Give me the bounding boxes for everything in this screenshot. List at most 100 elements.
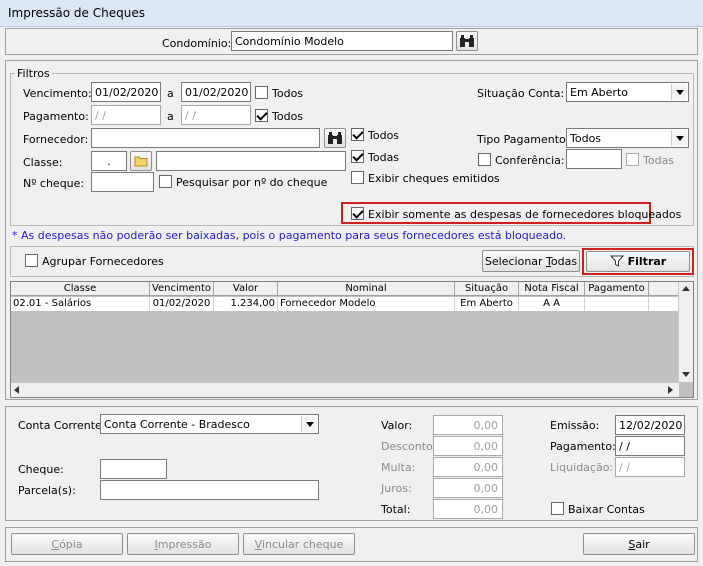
desconto-input[interactable]: 0,00 bbox=[433, 436, 503, 456]
classe-name-input[interactable] bbox=[156, 151, 346, 171]
chevron-down-icon bbox=[671, 130, 687, 146]
liquidacao-label: Liquidação: bbox=[550, 461, 614, 474]
conferencia-input[interactable] bbox=[566, 149, 622, 169]
condominio-label: Condomínio: bbox=[162, 37, 232, 50]
parcela-label: Parcela(s): bbox=[18, 484, 76, 497]
cell-vencimento: 01/02/2020 bbox=[150, 297, 214, 311]
total-label: Total: bbox=[381, 503, 411, 516]
conferencia-checkbox[interactable] bbox=[478, 153, 491, 166]
conta-corrente-select[interactable]: Conta Corrente - Bradesco bbox=[100, 414, 319, 434]
cheques-table[interactable]: Classe Vencimento Valor Nominal Situação… bbox=[10, 281, 694, 398]
binoculars-icon bbox=[460, 35, 474, 47]
vincular-underline: V bbox=[254, 538, 262, 551]
classe-todas-label: Todas bbox=[368, 151, 400, 164]
vencimento-todos-checkbox[interactable] bbox=[255, 86, 268, 99]
scroll-up-icon[interactable] bbox=[682, 286, 690, 291]
col-nominal[interactable]: Nominal bbox=[278, 282, 455, 296]
multa-input[interactable]: 0,00 bbox=[433, 457, 503, 477]
horizontal-scrollbar[interactable] bbox=[11, 382, 679, 397]
window-title: Impressão de Cheques bbox=[8, 6, 145, 20]
folder-icon bbox=[134, 156, 148, 167]
fornecedor-todos-checkbox[interactable] bbox=[351, 128, 364, 141]
col-classe[interactable]: Classe bbox=[11, 282, 150, 296]
cheque-input[interactable] bbox=[100, 459, 167, 479]
vencimento-to-input[interactable]: 01/02/2020 bbox=[181, 82, 251, 102]
juros-label: Juros: bbox=[381, 482, 412, 495]
vencimento-from-input[interactable]: 01/02/2020 bbox=[91, 82, 161, 102]
situacao-label: Situação Conta: bbox=[477, 87, 565, 100]
pagamento-from-input[interactable]: / / bbox=[91, 105, 161, 125]
conta-corrente-label: Conta Corrente: bbox=[18, 419, 106, 432]
pesquisar-cheque-checkbox[interactable] bbox=[159, 175, 172, 188]
situacao-select[interactable]: Em Aberto bbox=[566, 82, 689, 102]
classe-label: Classe: bbox=[23, 156, 63, 169]
sair-button[interactable]: Sair bbox=[583, 533, 695, 555]
cell-nota-fiscal: A A bbox=[519, 297, 585, 311]
table-row[interactable]: 02.01 - Salários 01/02/2020 1.234,00 For… bbox=[11, 297, 679, 311]
vincular-label: incular cheque bbox=[261, 538, 344, 551]
pagamento-label: Pagamento: bbox=[23, 110, 89, 123]
col-valor[interactable]: Valor bbox=[214, 282, 278, 296]
col-nota-fiscal[interactable]: Nota Fiscal bbox=[519, 282, 585, 296]
classe-todas-checkbox[interactable] bbox=[351, 150, 364, 163]
fornecedor-todos-label: Todos bbox=[368, 129, 400, 142]
bloqueados-checkbox[interactable] bbox=[351, 207, 364, 220]
scroll-right-icon[interactable] bbox=[668, 386, 673, 394]
impressao-button[interactable]: Impressão bbox=[127, 533, 239, 555]
cell-nominal: Fornecedor Modelo bbox=[278, 297, 455, 311]
conferencia-label: Conferência: bbox=[495, 154, 565, 167]
chevron-down-icon bbox=[301, 416, 317, 432]
cheque-number-input[interactable] bbox=[91, 172, 154, 192]
classe-code-input[interactable]: . bbox=[91, 151, 127, 171]
fornecedor-input[interactable] bbox=[91, 128, 320, 148]
footer-pagamento-input[interactable]: / / bbox=[615, 436, 685, 456]
parcela-input[interactable] bbox=[100, 480, 319, 500]
col-vencimento[interactable]: Vencimento bbox=[150, 282, 214, 296]
filtrar-label: Filtrar bbox=[627, 255, 667, 268]
pagamento-todos-checkbox[interactable] bbox=[255, 109, 268, 122]
pagamento-to-input[interactable]: / / bbox=[181, 105, 251, 125]
tipo-pagamento-select[interactable]: Todos bbox=[566, 128, 689, 148]
cheque-label: Cheque: bbox=[18, 463, 64, 476]
vencimento-todos-label: Todos bbox=[272, 87, 304, 100]
vertical-scrollbar[interactable] bbox=[678, 282, 693, 382]
multa-label: Multa: bbox=[381, 461, 416, 474]
conferencia-todas-checkbox[interactable] bbox=[626, 153, 639, 166]
footer-pagamento-label: Pagamento: bbox=[550, 440, 616, 453]
scroll-down-icon[interactable] bbox=[682, 372, 690, 377]
chevron-down-icon bbox=[671, 84, 687, 100]
fornecedor-search-button[interactable] bbox=[324, 128, 346, 148]
col-situacao[interactable]: Situação bbox=[455, 282, 519, 296]
copia-underline: C bbox=[51, 538, 60, 551]
vencimento-label: Vencimento: bbox=[23, 87, 92, 100]
col-pagamento[interactable]: Pagamento bbox=[585, 282, 649, 296]
conta-corrente-value: Conta Corrente - Bradesco bbox=[104, 418, 250, 431]
liquidacao-input[interactable]: / / bbox=[615, 457, 685, 477]
classe-folder-button[interactable] bbox=[130, 151, 152, 171]
baixar-contas-label: Baixar Contas bbox=[568, 503, 645, 516]
desconto-label: Desconto: bbox=[381, 440, 437, 453]
selecionar-todas-label-end: odas bbox=[550, 255, 578, 268]
exibir-emitidos-label: Exibir cheques emitidos bbox=[368, 172, 500, 185]
baixar-contas-checkbox[interactable] bbox=[551, 502, 564, 515]
title-bar: Impressão de Cheques bbox=[0, 0, 703, 27]
valor-input[interactable]: 0,00 bbox=[433, 415, 503, 435]
conferencia-todas-label: Todas bbox=[643, 154, 675, 167]
filter-icon bbox=[609, 255, 624, 267]
scroll-left-icon[interactable] bbox=[14, 386, 19, 394]
emissao-input[interactable]: 12/02/2020 bbox=[615, 415, 685, 435]
total-input[interactable]: 0,00 bbox=[433, 499, 503, 519]
cell-classe: 02.01 - Salários bbox=[11, 297, 150, 311]
exibir-emitidos-checkbox[interactable] bbox=[351, 171, 364, 184]
vincular-cheque-button[interactable]: Vincular cheque bbox=[243, 533, 355, 555]
agrupar-checkbox[interactable] bbox=[25, 254, 38, 267]
selecionar-todas-button[interactable]: Selecionar Todas bbox=[482, 250, 580, 272]
juros-input[interactable]: 0,00 bbox=[433, 478, 503, 498]
selecionar-todas-label: Selecionar bbox=[484, 255, 547, 268]
condominio-input[interactable]: Condomínio Modelo bbox=[231, 31, 453, 51]
copia-button[interactable]: Cópia bbox=[11, 533, 123, 555]
filtrar-button[interactable]: Filtrar bbox=[586, 251, 690, 272]
binoculars-button[interactable] bbox=[456, 31, 478, 51]
filtros-legend: Filtros bbox=[15, 67, 52, 80]
vencimento-separator: a bbox=[167, 87, 174, 100]
